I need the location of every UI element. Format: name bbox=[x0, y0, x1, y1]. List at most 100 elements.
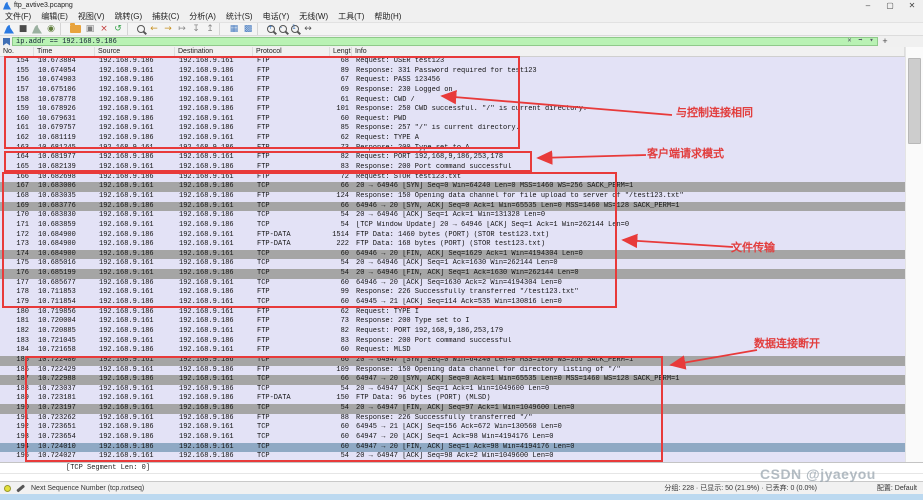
cell: 179 bbox=[0, 298, 34, 308]
go-to-packet-icon[interactable]: ↦ bbox=[175, 23, 189, 35]
cell: 162 bbox=[0, 134, 34, 144]
stop-capture-icon[interactable]: ■ bbox=[16, 23, 30, 35]
packet-row-167[interactable]: 16710.683006192.168.9.161192.168.9.186TC… bbox=[0, 182, 905, 192]
menu-telephony[interactable]: 电话(Y) bbox=[258, 11, 295, 22]
packet-row-168[interactable]: 16810.683035192.168.9.161192.168.9.186FT… bbox=[0, 192, 905, 202]
find-packet-icon[interactable] bbox=[135, 24, 147, 35]
column-header-length[interactable]: Length bbox=[330, 47, 352, 56]
menu-help[interactable]: 帮助(H) bbox=[369, 11, 406, 22]
zoom-out-icon[interactable]: - bbox=[277, 24, 289, 35]
packet-row-179[interactable]: 17910.711854192.168.9.186192.168.9.161TC… bbox=[0, 298, 905, 308]
menu-edit[interactable]: 编辑(E) bbox=[36, 11, 73, 22]
packet-row-190[interactable]: 19010.723197192.168.9.161192.168.9.186TC… bbox=[0, 404, 905, 414]
zoom-reset-icon[interactable]: 1 bbox=[289, 24, 301, 35]
packet-row-176[interactable]: 17610.685199192.168.9.161192.168.9.186TC… bbox=[0, 269, 905, 279]
packet-row-178[interactable]: 17810.711853192.168.9.161192.168.9.186FT… bbox=[0, 288, 905, 298]
display-filter-input[interactable]: ip.addr == 192.168.9.186 ✕ ➡ ▾ bbox=[12, 37, 878, 46]
reload-file-icon[interactable]: ↺ bbox=[111, 23, 125, 35]
packet-row-189[interactable]: 18910.723181192.168.9.161192.168.9.186FT… bbox=[0, 394, 905, 404]
status-profile[interactable]: 配置: Default bbox=[877, 483, 917, 493]
cell: 192.168.9.186 bbox=[175, 124, 253, 134]
resize-columns-icon[interactable]: ↔ bbox=[301, 23, 315, 35]
cell: TCP bbox=[253, 221, 330, 231]
cell: TCP bbox=[253, 250, 330, 260]
close-button[interactable]: ✕ bbox=[901, 0, 923, 11]
packet-row-186[interactable]: 18610.722429192.168.9.161192.168.9.186FT… bbox=[0, 366, 905, 376]
packet-row-161[interactable]: 16110.679757192.168.9.161192.168.9.186FT… bbox=[0, 124, 905, 134]
packet-row-164[interactable]: 16410.681977192.168.9.186192.168.9.161FT… bbox=[0, 153, 905, 163]
filter-dropdown-caret-icon[interactable]: ▾ bbox=[866, 37, 877, 46]
packet-row-170[interactable]: 17010.683830192.168.9.161192.168.9.186TC… bbox=[0, 211, 905, 221]
cell: 60 bbox=[330, 346, 352, 356]
cell: 64945 → 21 [ACK] Seq=114 Ack=535 Win=130… bbox=[352, 298, 905, 308]
packet-row-158[interactable]: 15810.678778192.168.9.186192.168.9.161FT… bbox=[0, 96, 905, 106]
minimize-button[interactable]: – bbox=[857, 0, 879, 11]
go-to-first-icon[interactable]: ↥ bbox=[203, 23, 217, 35]
vertical-scrollbar[interactable] bbox=[905, 47, 923, 462]
capture-options-icon[interactable]: ◉ bbox=[44, 23, 58, 35]
menu-file[interactable]: 文件(F) bbox=[0, 11, 36, 22]
packet-row-163[interactable]: 16310.681245192.168.9.161192.168.9.186FT… bbox=[0, 144, 905, 154]
column-header-protocol[interactable]: Protocol bbox=[253, 47, 330, 56]
auto-scroll-icon[interactable]: ▩ bbox=[241, 23, 255, 35]
packet-row-159[interactable]: 15910.678926192.168.9.161192.168.9.186FT… bbox=[0, 105, 905, 115]
open-file-icon[interactable] bbox=[70, 25, 81, 33]
cell: 1514 bbox=[330, 231, 352, 241]
menu-capture[interactable]: 捕获(C) bbox=[147, 11, 184, 22]
packet-row-195[interactable]: 19510.724027192.168.9.161192.168.9.186TC… bbox=[0, 452, 905, 462]
packet-row-191[interactable]: 19110.723262192.168.9.161192.168.9.186FT… bbox=[0, 414, 905, 424]
save-file-icon[interactable]: ▣ bbox=[83, 23, 97, 35]
packet-row-188[interactable]: 18810.723037192.168.9.161192.168.9.186TC… bbox=[0, 385, 905, 395]
packet-row-175[interactable]: 17510.685016192.168.9.161192.168.9.186TC… bbox=[0, 259, 905, 269]
cell: 169 bbox=[0, 202, 34, 212]
column-header-destination[interactable]: Destination bbox=[175, 47, 253, 56]
close-file-icon[interactable]: × bbox=[97, 23, 111, 35]
go-back-icon[interactable]: ← bbox=[147, 23, 161, 35]
packet-row-193[interactable]: 19310.723654192.168.9.186192.168.9.161TC… bbox=[0, 433, 905, 443]
packet-row-154[interactable]: 15410.673884192.168.9.186192.168.9.161FT… bbox=[0, 57, 905, 67]
packet-row-177[interactable]: 17710.685677192.168.9.186192.168.9.161TC… bbox=[0, 279, 905, 289]
cell: 192.168.9.186 bbox=[95, 115, 175, 125]
packet-row-192[interactable]: 19210.723651192.168.9.186192.168.9.161TC… bbox=[0, 423, 905, 433]
menu-statistics[interactable]: 统计(S) bbox=[221, 11, 258, 22]
start-capture-icon[interactable] bbox=[4, 25, 14, 34]
packet-row-187[interactable]: 18710.722988192.168.9.186192.168.9.161TC… bbox=[0, 375, 905, 385]
packet-row-169[interactable]: 16910.683776192.168.9.186192.168.9.161TC… bbox=[0, 202, 905, 212]
zoom-in-icon[interactable]: + bbox=[265, 24, 277, 35]
cell: 192.168.9.161 bbox=[95, 288, 175, 298]
go-forward-icon[interactable]: → bbox=[161, 23, 175, 35]
window-controls: – ▢ ✕ bbox=[857, 0, 923, 11]
colorize-packets-icon[interactable]: ▦ bbox=[227, 23, 241, 35]
menu-analyze[interactable]: 分析(A) bbox=[184, 11, 221, 22]
filter-bookmark-icon[interactable] bbox=[3, 38, 10, 46]
packet-row-180[interactable]: 18010.719856192.168.9.186192.168.9.161FT… bbox=[0, 308, 905, 318]
menu-view[interactable]: 视图(V) bbox=[73, 11, 110, 22]
go-to-last-icon[interactable]: ↧ bbox=[189, 23, 203, 35]
column-header-no[interactable]: No. bbox=[0, 47, 34, 56]
menu-go[interactable]: 跳转(G) bbox=[110, 11, 148, 22]
packet-row-185[interactable]: 18510.722400192.168.9.161192.168.9.186TC… bbox=[0, 356, 905, 366]
apply-filter-icon[interactable]: ➡ bbox=[855, 37, 866, 46]
packet-row-160[interactable]: 16010.679631192.168.9.186192.168.9.161FT… bbox=[0, 115, 905, 125]
menu-tools[interactable]: 工具(T) bbox=[333, 11, 369, 22]
packet-row-165[interactable]: 16510.682139192.168.9.161192.168.9.186FT… bbox=[0, 163, 905, 173]
scrollbar-thumb[interactable] bbox=[908, 58, 921, 144]
expert-info-icon[interactable] bbox=[4, 485, 11, 492]
packet-row-166[interactable]: 16610.682698192.168.9.186192.168.9.161FT… bbox=[0, 173, 905, 183]
menu-wireless[interactable]: 无线(W) bbox=[294, 11, 333, 22]
clear-filter-icon[interactable]: ✕ bbox=[844, 37, 855, 46]
packet-row-194[interactable]: 19410.724010192.168.9.186192.168.9.161TC… bbox=[0, 443, 905, 453]
restart-capture-icon[interactable] bbox=[32, 25, 42, 34]
maximize-button[interactable]: ▢ bbox=[879, 0, 901, 11]
packet-row-155[interactable]: 15510.674054192.168.9.161192.168.9.186FT… bbox=[0, 67, 905, 77]
column-header-source[interactable]: Source bbox=[95, 47, 175, 56]
packet-row-171[interactable]: 17110.683859192.168.9.161192.168.9.186TC… bbox=[0, 221, 905, 231]
column-header-time[interactable]: Time bbox=[34, 47, 95, 56]
capture-comment-icon[interactable] bbox=[16, 484, 25, 492]
column-header-info[interactable]: Info bbox=[352, 47, 905, 56]
packet-row-162[interactable]: 16210.681119192.168.9.186192.168.9.161FT… bbox=[0, 134, 905, 144]
packet-row-156[interactable]: 15610.674903192.168.9.186192.168.9.161FT… bbox=[0, 76, 905, 86]
packet-row-181[interactable]: 18110.720004192.168.9.161192.168.9.186FT… bbox=[0, 317, 905, 327]
add-filter-button[interactable]: + bbox=[878, 36, 892, 47]
packet-row-157[interactable]: 15710.675106192.168.9.161192.168.9.186FT… bbox=[0, 86, 905, 96]
